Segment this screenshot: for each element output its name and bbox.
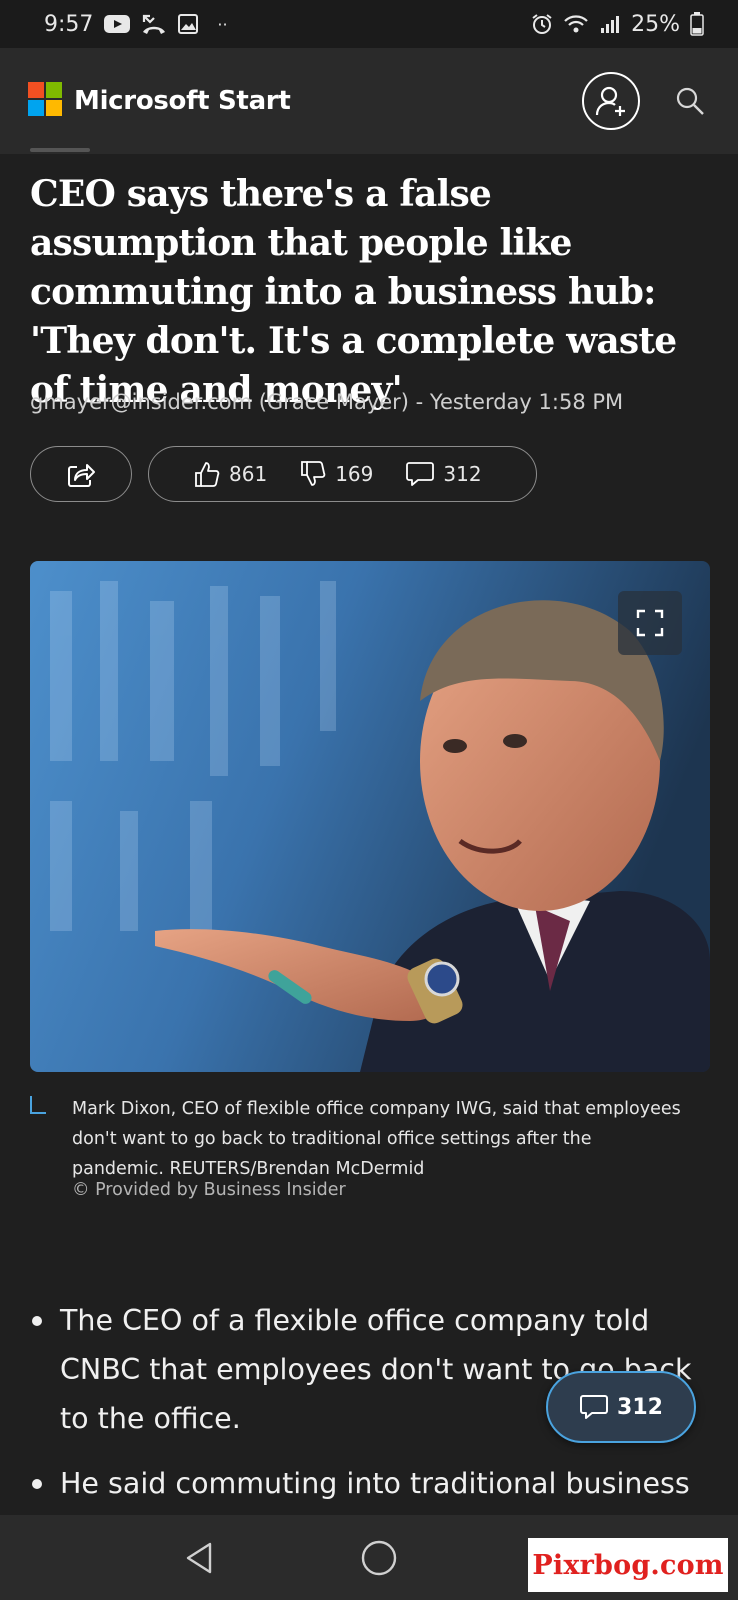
thumbs-up-icon <box>195 462 220 487</box>
gallery-icon <box>177 13 199 35</box>
expand-image-button[interactable] <box>618 591 682 655</box>
battery-icon <box>690 12 704 36</box>
share-button[interactable] <box>30 446 132 502</box>
like-button[interactable]: 861 <box>193 460 267 488</box>
home-button[interactable] <box>349 1528 409 1588</box>
status-right: 25% <box>531 12 704 37</box>
list-item: He said commuting into traditional busin… <box>30 1459 720 1508</box>
brand[interactable]: Microsoft Start <box>28 82 291 120</box>
add-profile-icon <box>595 86 625 116</box>
comment-icon <box>406 462 435 486</box>
brand-name: Microsoft Start <box>74 86 291 116</box>
image-caption: Mark Dixon, CEO of flexible office compa… <box>72 1099 681 1179</box>
add-profile-button[interactable] <box>582 72 640 130</box>
thumbs-down-icon <box>301 461 326 486</box>
header-actions <box>582 72 710 130</box>
status-bar: 9:57 ·· 25% <box>0 0 738 48</box>
article-headline: CEO says there's a false assumption that… <box>30 173 677 411</box>
share-icon <box>68 464 95 487</box>
caption-marker <box>30 1096 46 1114</box>
expand-icon <box>636 609 664 637</box>
comment-icon <box>580 1395 609 1419</box>
provided-by: © Provided by Business Insider <box>72 1180 346 1200</box>
search-button[interactable] <box>670 81 710 121</box>
missed-call-icon <box>141 13 167 35</box>
dislike-button[interactable]: 169 <box>299 460 373 488</box>
floating-comments-button[interactable]: 312 <box>546 1371 696 1443</box>
reactions-bar: 861 169 312 <box>148 446 537 502</box>
youtube-icon <box>103 14 131 34</box>
comment-count: 312 <box>443 462 482 486</box>
status-time: 9:57 <box>44 11 94 37</box>
status-overflow: ·· <box>217 14 228 34</box>
battery-percent: 25% <box>631 11 680 37</box>
home-icon <box>361 1540 397 1575</box>
status-left: 9:57 ·· <box>44 12 228 37</box>
watermark: Pixrbog.com <box>528 1538 728 1592</box>
back-button[interactable] <box>170 1528 230 1588</box>
microsoft-logo-icon <box>28 82 62 120</box>
article-byline: gmayer@insider.com (Grace Mayer) - Yeste… <box>30 390 624 414</box>
article-hero-image[interactable] <box>30 561 710 1072</box>
back-icon <box>186 1542 211 1573</box>
dislike-count: 169 <box>335 462 374 486</box>
photo-illustration <box>30 561 710 1072</box>
signal-icon <box>599 13 621 35</box>
wifi-icon <box>563 13 589 35</box>
app-header: Microsoft Start <box>0 48 738 154</box>
alarm-icon <box>531 13 553 35</box>
category-tag-remnant <box>30 148 90 152</box>
like-count: 861 <box>229 462 268 486</box>
floating-comment-count: 312 <box>617 1394 663 1420</box>
comments-button[interactable]: 312 <box>405 460 482 488</box>
search-icon <box>676 87 704 115</box>
